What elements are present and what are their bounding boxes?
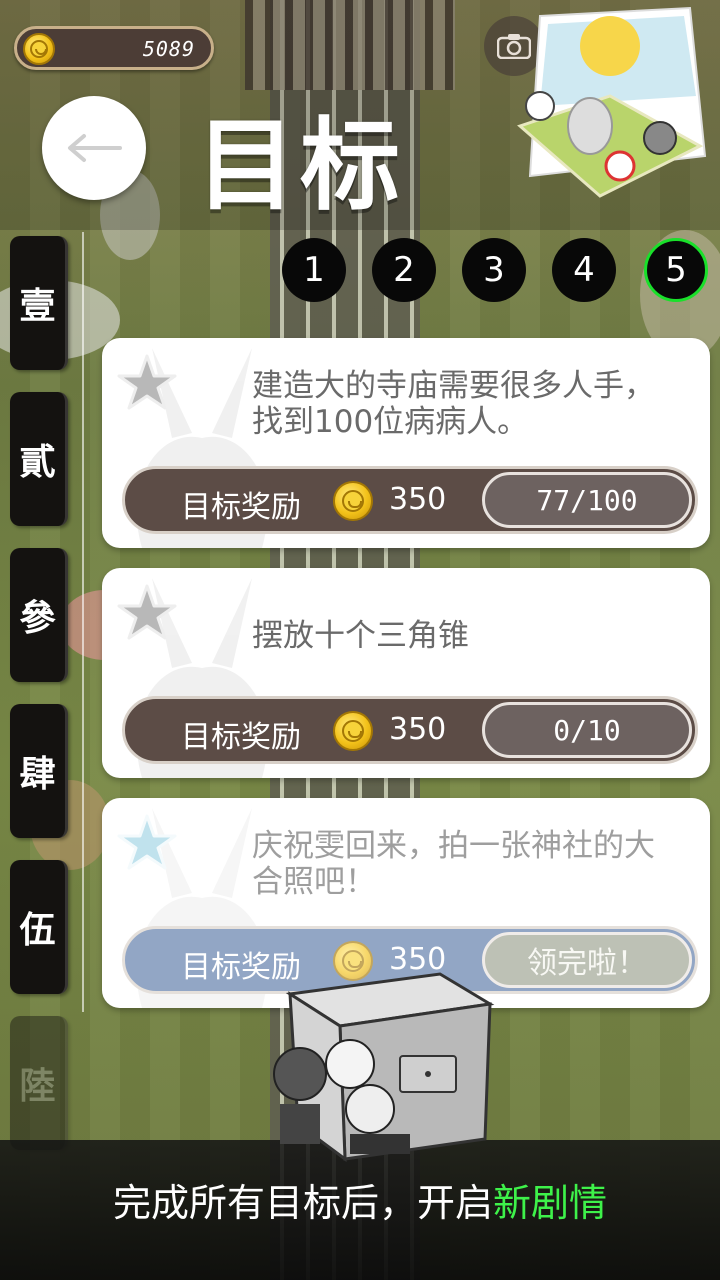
goal-description: 庆祝雯回来，拍一张神社的大合照吧！ xyxy=(252,828,655,900)
coin-icon xyxy=(23,33,55,65)
star-icon xyxy=(117,584,177,640)
goal-card: 摆放十个三角锥 目标奖励 350 0/10 xyxy=(102,568,710,778)
chapter-tab-2[interactable]: 貳 xyxy=(10,392,68,526)
back-arrow-icon xyxy=(68,134,122,162)
page-button-2[interactable]: 2 xyxy=(372,238,436,302)
reward-bar: 目标奖励 350 0/10 xyxy=(122,696,698,764)
sidebar-divider xyxy=(82,232,84,1012)
star-icon xyxy=(117,814,177,870)
chapter-label: 肆 xyxy=(19,754,56,795)
coin-icon xyxy=(333,481,373,521)
chapter-tab-6[interactable]: 陸 xyxy=(10,1016,68,1150)
goal-description: 建造大的寺庙需要很多人手，找到100位病病人。 xyxy=(252,368,655,440)
coin-icon xyxy=(333,711,373,751)
chapter-label: 參 xyxy=(19,598,56,639)
reward-value: 350 xyxy=(389,482,447,517)
chapter-tab-3[interactable]: 參 xyxy=(10,548,68,682)
page-button-4[interactable]: 4 xyxy=(552,238,616,302)
page-button-3[interactable]: 3 xyxy=(462,238,526,302)
goal-progress: 0/10 xyxy=(482,702,692,758)
footer-highlight: 新剧情 xyxy=(493,1181,608,1225)
goal-progress: 77/100 xyxy=(482,472,692,528)
reward-label: 目标奖励 xyxy=(181,720,301,755)
star-icon xyxy=(117,354,177,410)
back-button[interactable] xyxy=(42,96,146,200)
page-title: 目标 xyxy=(196,107,404,224)
chapter-label: 陸 xyxy=(19,1066,56,1107)
goal-card: 建造大的寺庙需要很多人手，找到100位病病人。 目标奖励 350 77/100 xyxy=(102,338,710,548)
chapter-tab-1[interactable]: 壹 xyxy=(10,236,68,370)
chapter-tab-4[interactable]: 肆 xyxy=(10,704,68,838)
page-button-1[interactable]: 1 xyxy=(282,238,346,302)
page-button-5[interactable]: 5 xyxy=(644,238,708,302)
chapter-label: 壹 xyxy=(19,286,56,327)
chapter-label: 伍 xyxy=(19,910,56,951)
goal-description: 摆放十个三角锥 xyxy=(252,618,469,654)
coin-amount: 5089 xyxy=(142,37,195,61)
shrine-scene-illustration xyxy=(517,6,707,198)
reward-value: 350 xyxy=(389,712,447,747)
footer-text: 完成所有目标后，开启 xyxy=(112,1181,493,1225)
reward-label: 目标奖励 xyxy=(181,490,301,525)
box-characters-illustration xyxy=(273,972,495,1163)
chapter-tab-5[interactable]: 伍 xyxy=(10,860,68,994)
claimed-button[interactable]: 领完啦！ xyxy=(482,932,692,988)
reward-bar: 目标奖励 350 77/100 xyxy=(122,466,698,534)
footer-hint: 完成所有目标后，开启新剧情 xyxy=(0,1172,720,1227)
chapter-label: 貳 xyxy=(19,442,56,483)
coin-counter: 5089 xyxy=(14,26,214,70)
